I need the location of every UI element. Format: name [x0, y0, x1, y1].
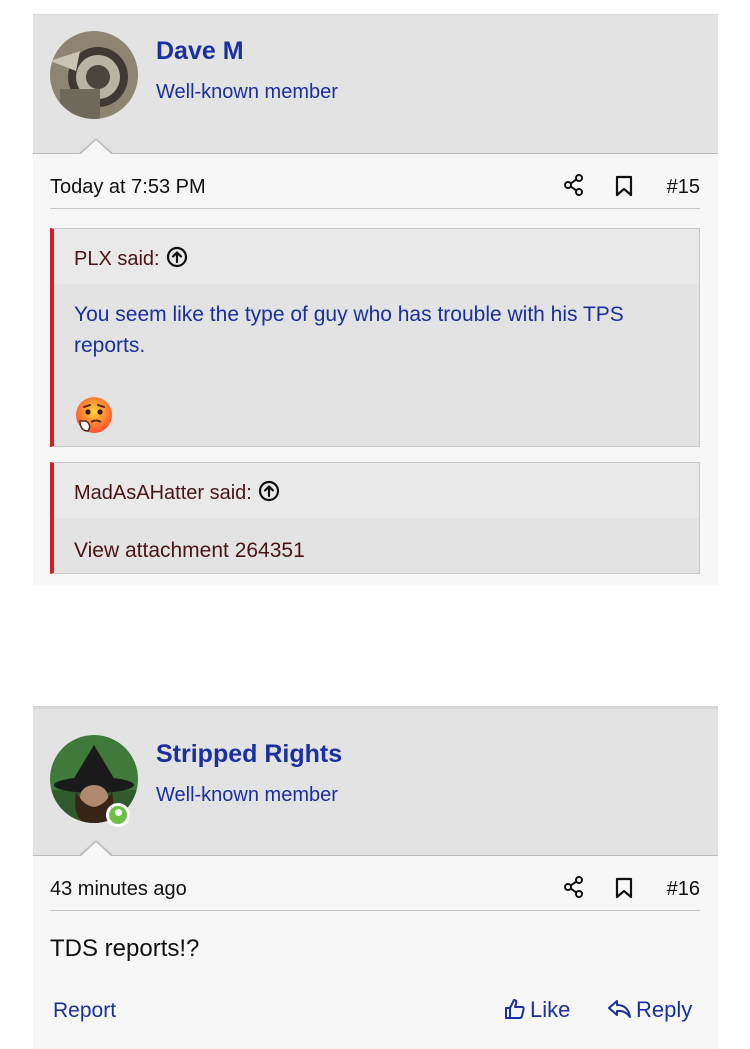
user-header: Dave M Well-known member — [33, 15, 718, 155]
post-body: TDS reports!? — [50, 935, 200, 962]
reply-button[interactable]: Reply — [607, 997, 692, 1023]
arrow-up-circle-icon[interactable] — [258, 480, 280, 508]
share-icon[interactable] — [563, 876, 585, 903]
arrow-up-circle-icon[interactable] — [166, 246, 188, 274]
online-status-icon — [106, 803, 130, 827]
post-number[interactable]: #15 — [667, 176, 700, 199]
quote-text: You seem like the type of guy who has tr… — [74, 303, 624, 357]
attachment-link[interactable]: View attachment 264351 — [74, 535, 674, 566]
quote-author[interactable]: PLX said: — [74, 246, 188, 274]
post-meta: 43 minutes ago #16 — [50, 856, 700, 911]
report-button[interactable]: Report — [53, 999, 116, 1023]
post-actions: Report Like Reply — [33, 997, 718, 1029]
user-title: Well-known member — [156, 81, 338, 103]
username[interactable]: Stripped Rights — [156, 740, 342, 769]
user-header: Stripped Rights Well-known member — [33, 709, 718, 857]
quote-header: PLX said: — [54, 229, 699, 284]
post-number[interactable]: #16 — [667, 878, 700, 901]
post-timestamp[interactable]: Today at 7:53 PM — [50, 176, 206, 199]
bookmark-icon[interactable] — [615, 877, 633, 904]
thumbs-up-icon — [505, 999, 525, 1019]
like-label: Like — [530, 997, 571, 1022]
caret-pointer — [78, 138, 114, 155]
caret-pointer — [78, 840, 114, 857]
user-title: Well-known member — [156, 784, 338, 806]
reply-icon — [608, 1000, 631, 1018]
like-button[interactable]: Like — [503, 997, 570, 1023]
quote-author[interactable]: MadAsAHatter said: — [74, 480, 280, 508]
quote-header: MadAsAHatter said: — [54, 463, 699, 518]
post-15: Dave M Well-known member Today at 7:53 P… — [33, 14, 718, 585]
post-16: Stripped Rights Well-known member 43 min… — [33, 706, 718, 1049]
quote-block: MadAsAHatter said: View attachment 26435… — [50, 462, 700, 574]
quote-block: PLX said: You seem like the type of guy … — [50, 228, 700, 447]
thinking-face-emoji-icon — [74, 395, 114, 440]
reply-label: Reply — [636, 997, 693, 1022]
post-timestamp[interactable]: 43 minutes ago — [50, 878, 187, 901]
share-icon[interactable] — [563, 174, 585, 201]
username[interactable]: Dave M — [156, 37, 244, 66]
bookmark-icon[interactable] — [615, 175, 633, 202]
avatar[interactable] — [50, 31, 138, 119]
post-meta: Today at 7:53 PM #15 — [50, 154, 700, 209]
